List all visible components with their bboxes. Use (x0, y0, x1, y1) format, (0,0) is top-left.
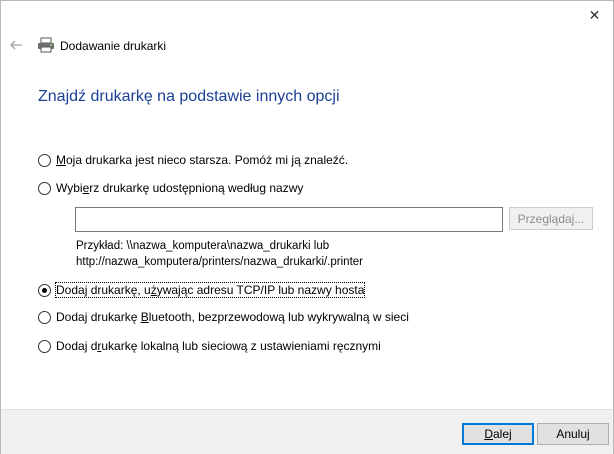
radio-local-manual[interactable] (38, 339, 51, 353)
example-line-2: http://nazwa_komputera/printers/nazwa_dr… (76, 256, 364, 268)
example-line-1: Przykład: \\nazwa_komputera\nazwa_drukar… (76, 240, 330, 252)
option-local-manual[interactable]: Dodaj drukarkę lokalną lub sieciową z us… (38, 338, 381, 354)
page-title: Znajdź drukarkę na podstawie innych opcj… (38, 88, 340, 105)
option-bluetooth-wireless[interactable]: Dodaj drukarkę Bluetooth, bezprzewodową … (38, 309, 409, 325)
cancel-button[interactable]: Anuluj (537, 423, 609, 445)
option-label: Dodaj drukarkę, używając adresu TCP/IP l… (54, 282, 366, 298)
option-shared-printer-by-name[interactable]: Wybierz drukarkę udostępnioną według naz… (38, 180, 303, 196)
footer: Dalej Anuluj (1, 409, 613, 454)
radio-bluetooth-wireless[interactable] (38, 310, 51, 324)
option-label: Dodaj drukarkę Bluetooth, bezprzewodową … (56, 310, 409, 324)
header: Dodawanie drukarki (1, 29, 613, 63)
option-label: Moja drukarka jest nieco starsza. Pomóż … (56, 153, 349, 167)
radio-tcpip-hostname[interactable] (38, 283, 51, 297)
browse-button[interactable]: Przeglądaj... (509, 207, 593, 230)
option-label: Dodaj drukarkę lokalną lub sieciową z us… (56, 339, 381, 353)
printer-name-input[interactable] (75, 207, 503, 232)
header-title: Dodawanie drukarki (60, 39, 167, 53)
back-arrow-icon[interactable] (9, 38, 23, 52)
add-printer-window: ✕ Dodawanie drukarki Znajdź drukarkę na … (0, 0, 614, 454)
close-icon: ✕ (588, 6, 601, 23)
next-button[interactable]: Dalej (462, 423, 534, 445)
example-text: Przykład: \\nazwa_komputera\nazwa_drukar… (76, 238, 363, 270)
radio-older-printer[interactable] (38, 153, 51, 167)
radio-shared-printer-by-name[interactable] (38, 181, 51, 195)
close-button[interactable]: ✕ (576, 1, 613, 29)
option-label: Wybierz drukarkę udostępnioną według naz… (56, 181, 304, 195)
option-tcpip-hostname[interactable]: Dodaj drukarkę, używając adresu TCP/IP l… (38, 282, 366, 298)
printer-icon (38, 37, 54, 53)
option-older-printer[interactable]: Moja drukarka jest nieco starsza. Pomóż … (38, 152, 348, 168)
